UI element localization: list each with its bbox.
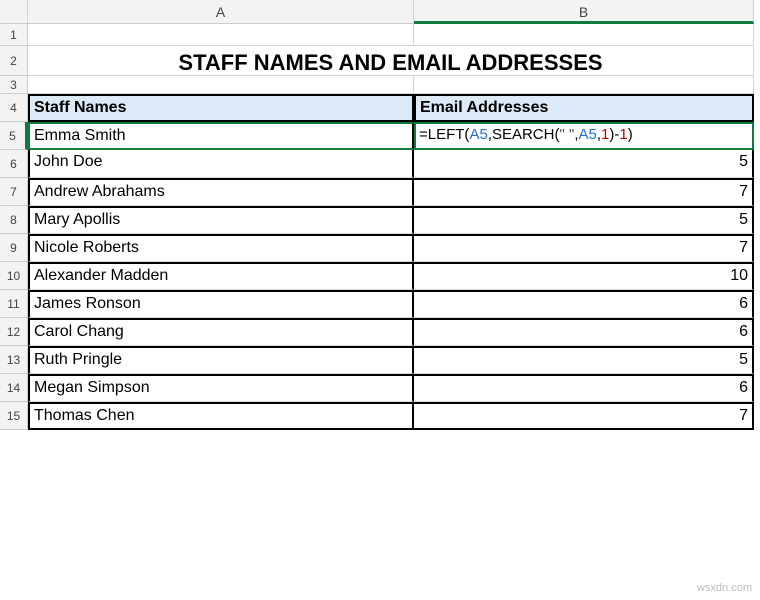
cell-B3[interactable] <box>414 76 754 94</box>
row-header-8[interactable]: 8 <box>0 206 28 234</box>
cell-B13[interactable]: 5 <box>414 346 754 374</box>
cell-A8[interactable]: Mary Apollis <box>28 206 414 234</box>
row-header-14[interactable]: 14 <box>0 374 28 402</box>
watermark: wsxdn.com <box>697 582 752 594</box>
cell-B10[interactable]: 10 <box>414 262 754 290</box>
cell-A14[interactable]: Megan Simpson <box>28 374 414 402</box>
cell-A9[interactable]: Nicole Roberts <box>28 234 414 262</box>
header-staff-names[interactable]: Staff Names <box>28 94 414 122</box>
row-header-6[interactable]: 6 <box>0 150 28 178</box>
header-email-addresses[interactable]: Email Addresses <box>414 94 754 122</box>
row-header-9[interactable]: 9 <box>0 234 28 262</box>
cell-A7[interactable]: Andrew Abrahams <box>28 178 414 206</box>
cell-A3[interactable] <box>28 76 414 94</box>
row-header-11[interactable]: 11 <box>0 290 28 318</box>
cell-B6[interactable]: 5 <box>414 150 754 178</box>
cell-B14[interactable]: 6 <box>414 374 754 402</box>
cell-A12[interactable]: Carol Chang <box>28 318 414 346</box>
cell-A6[interactable]: John Doe <box>28 150 414 178</box>
cell-A1[interactable] <box>28 24 414 46</box>
cell-B7[interactable]: 7 <box>414 178 754 206</box>
row-header-3[interactable]: 3 <box>0 76 28 94</box>
select-all-corner[interactable] <box>0 0 28 24</box>
row-header-1[interactable]: 1 <box>0 24 28 46</box>
cell-A15[interactable]: Thomas Chen <box>28 402 414 430</box>
row-header-15[interactable]: 15 <box>0 402 28 430</box>
cell-B5-formula[interactable]: =LEFT(A5,SEARCH(" ",A5,1)-1) <box>414 122 754 150</box>
cell-A10[interactable]: Alexander Madden <box>28 262 414 290</box>
cell-B9[interactable]: 7 <box>414 234 754 262</box>
spreadsheet-grid: A B 1 2 STAFF NAMES AND EMAIL ADDRESSES … <box>0 0 760 430</box>
cell-B11[interactable]: 6 <box>414 290 754 318</box>
page-title: STAFF NAMES AND EMAIL ADDRESSES <box>28 46 754 76</box>
cell-A5[interactable]: Emma Smith <box>28 122 414 150</box>
row-header-5[interactable]: 5 <box>0 122 28 150</box>
cell-B1[interactable] <box>414 24 754 46</box>
col-header-A[interactable]: A <box>28 0 414 24</box>
cell-B15[interactable]: 7 <box>414 402 754 430</box>
row-header-10[interactable]: 10 <box>0 262 28 290</box>
row-header-12[interactable]: 12 <box>0 318 28 346</box>
cell-B12[interactable]: 6 <box>414 318 754 346</box>
row-header-2[interactable]: 2 <box>0 46 28 76</box>
row-header-4[interactable]: 4 <box>0 94 28 122</box>
row-header-7[interactable]: 7 <box>0 178 28 206</box>
cell-B8[interactable]: 5 <box>414 206 754 234</box>
cell-A11[interactable]: James Ronson <box>28 290 414 318</box>
col-header-B[interactable]: B <box>414 0 754 24</box>
row-header-13[interactable]: 13 <box>0 346 28 374</box>
cell-A13[interactable]: Ruth Pringle <box>28 346 414 374</box>
